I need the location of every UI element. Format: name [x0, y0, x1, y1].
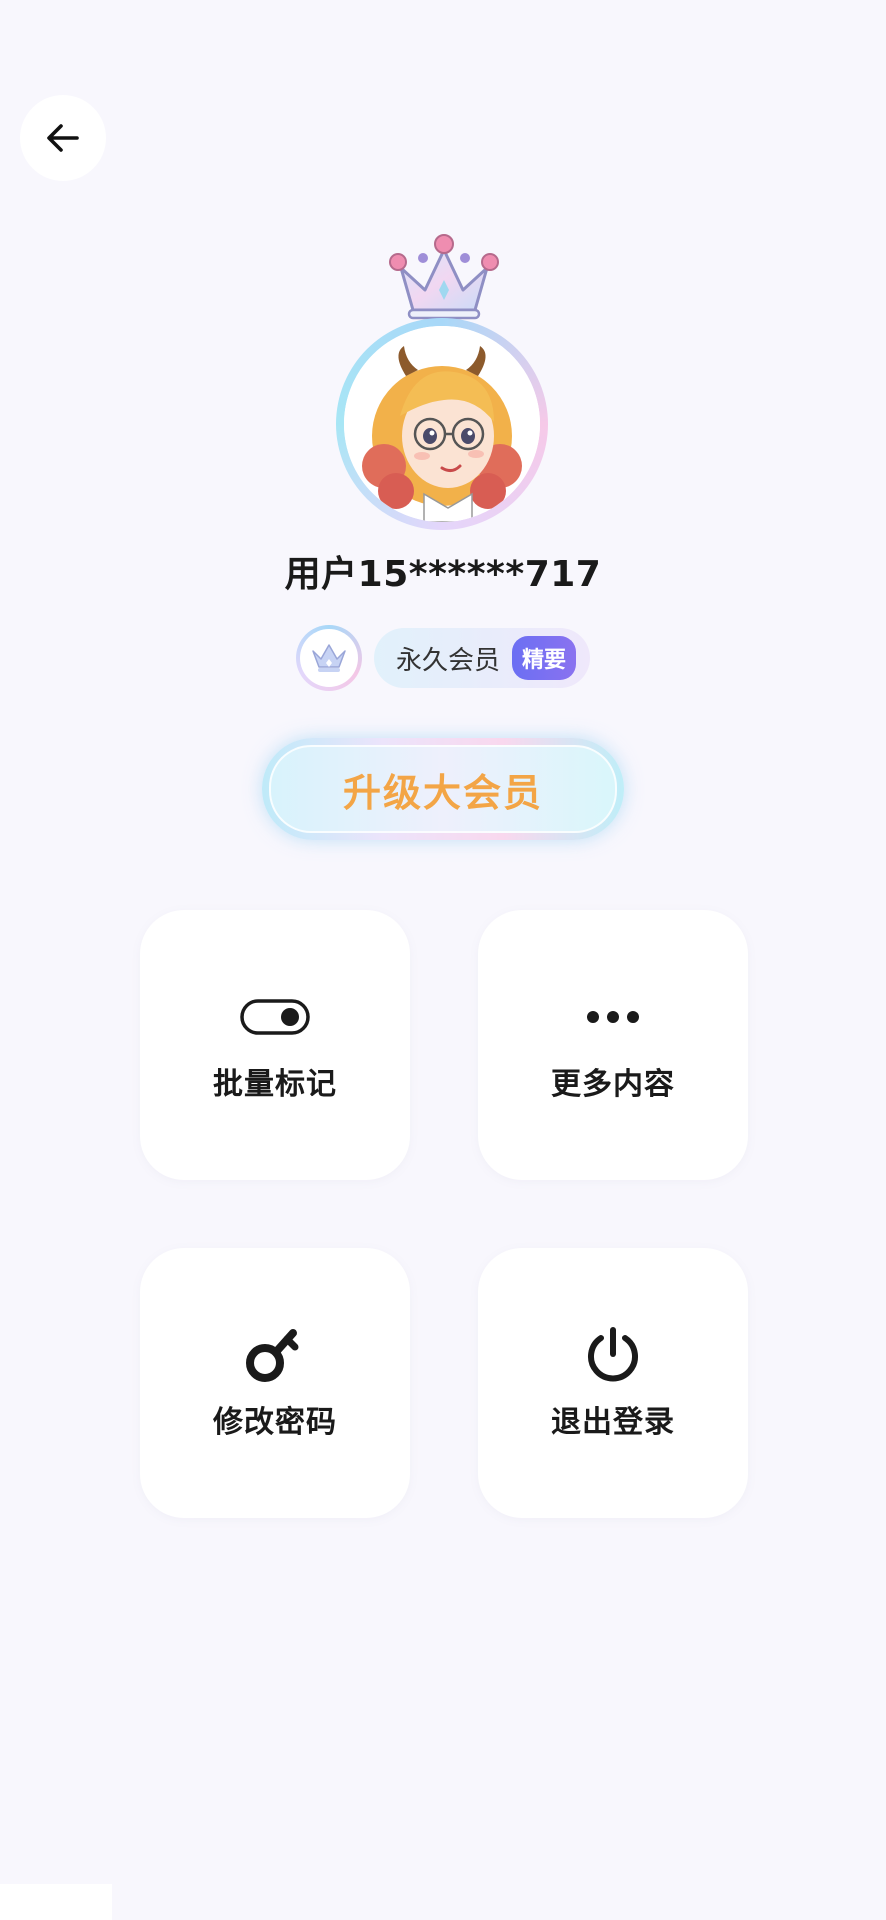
crown-icon: [312, 644, 346, 672]
membership-label: 永久会员: [395, 645, 500, 676]
avatar-section: [0, 228, 886, 530]
vip-crown-badge: [295, 625, 362, 691]
membership-badge: 精要: [512, 636, 577, 680]
more-dots-icon: [587, 1011, 639, 1023]
logout-button[interactable]: 退出登录: [478, 1248, 748, 1518]
key-icon: [246, 1329, 299, 1382]
logout-label: 退出登录: [551, 1405, 675, 1440]
upgrade-button[interactable]: 升级大会员: [262, 738, 624, 840]
crown-icon: [389, 234, 499, 320]
power-icon: [588, 1327, 638, 1382]
more-content-button[interactable]: 更多内容: [478, 910, 748, 1180]
more-content-label: 更多内容: [551, 1067, 675, 1102]
toggle-icon: [240, 999, 310, 1035]
arrow-left-icon: [47, 124, 79, 152]
avatar-image: [344, 326, 540, 522]
bottom-edge: [0, 1884, 112, 1920]
username: 用户15******717: [284, 554, 602, 595]
profile-page: 用户15******717 永久会员 精要 升级大会员 批量标记 更多内容 修改…: [0, 0, 886, 1920]
upgrade-label: 升级大会员: [269, 745, 617, 833]
avatar[interactable]: [336, 318, 548, 530]
change-password-label: 修改密码: [213, 1405, 337, 1440]
back-button[interactable]: [20, 95, 106, 181]
batch-mark-button[interactable]: 批量标记: [140, 910, 410, 1180]
batch-mark-label: 批量标记: [213, 1067, 337, 1102]
change-password-button[interactable]: 修改密码: [140, 1248, 410, 1518]
membership-row: 永久会员 精要: [0, 622, 886, 694]
membership-pill: 永久会员 精要: [373, 628, 591, 688]
